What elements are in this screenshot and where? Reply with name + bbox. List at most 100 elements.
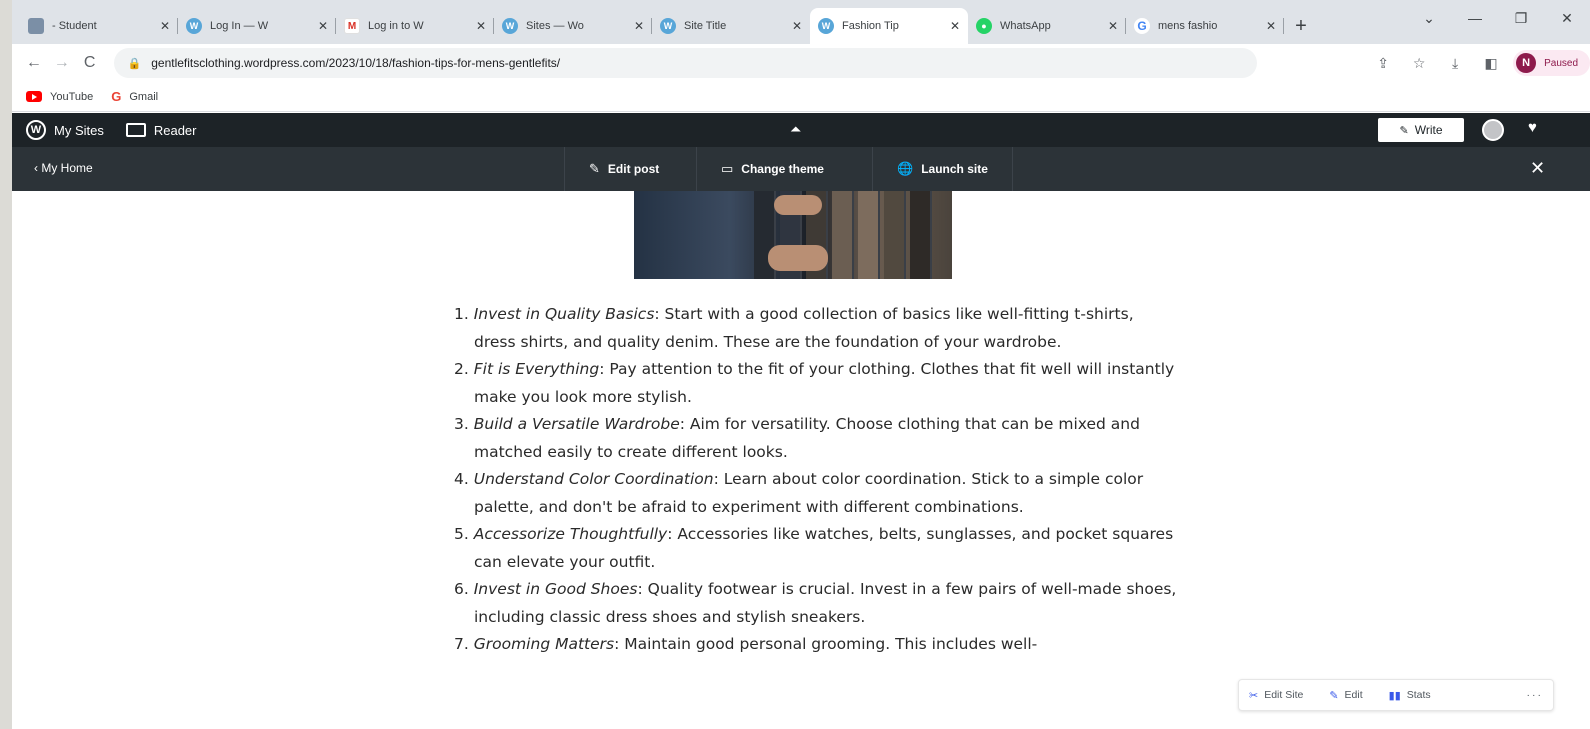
tip-number: 6. <box>454 580 469 598</box>
edit-site-button[interactable]: ✂ Edit Site <box>1249 689 1303 702</box>
tab-wordpress-login[interactable]: W Log In — W ✕ <box>178 8 336 44</box>
edit-post-button[interactable]: ✎ Edit post <box>564 147 683 191</box>
notifications-icon[interactable]: ♥ <box>1528 119 1537 136</box>
write-button[interactable]: ✎ Write <box>1378 118 1464 142</box>
site-actions-bar: ✂ Edit Site ✎ Edit ▮▮ Stats ··· <box>1238 679 1554 711</box>
edit-label: Edit <box>1344 689 1363 701</box>
tab-gmail-login[interactable]: M Log in to W ✕ <box>336 8 494 44</box>
reader-label: Reader <box>153 122 197 138</box>
window-controls: ⌄ — ❐ ✕ <box>1406 0 1590 36</box>
close-icon[interactable]: ✕ <box>1266 19 1276 33</box>
list-item: 3. Build a Versatile Wardrobe: Aim for v… <box>440 411 1180 466</box>
tip-title: Fit is Everything <box>473 360 600 378</box>
my-sites-button[interactable]: W My Sites <box>26 120 104 140</box>
edit-post-label: Edit post <box>607 162 660 176</box>
tab-site-title[interactable]: W Site Title ✕ <box>652 8 810 44</box>
pencil-icon: ✎ <box>589 161 600 176</box>
tab-search-icon[interactable]: ⌄ <box>1406 10 1452 27</box>
list-item: 5. Accessorize Thoughtfully: Accessories… <box>440 521 1180 576</box>
avatar: N <box>1516 53 1537 73</box>
google-icon: G <box>111 89 122 104</box>
launch-site-button[interactable]: 🌐 Launch site <box>872 147 1013 191</box>
tab-title: Site Title <box>684 20 727 32</box>
tab-whatsapp[interactable]: ● WhatsApp ✕ <box>968 8 1126 44</box>
tip-number: 5. <box>454 525 469 543</box>
tip-number: 1. <box>454 305 469 323</box>
stats-button[interactable]: ▮▮ Stats <box>1389 689 1431 702</box>
close-icon[interactable]: ✕ <box>476 19 486 33</box>
close-icon[interactable]: ✕ <box>1108 19 1118 33</box>
forward-icon[interactable]: → <box>48 49 76 77</box>
lock-icon[interactable]: 🔒 <box>128 57 142 70</box>
new-tab-button[interactable]: + <box>1284 8 1318 44</box>
tab-google-search[interactable]: G mens fashio ✕ <box>1126 8 1284 44</box>
tip-title: Grooming Matters <box>473 635 615 653</box>
toolbar-actions: ⇪ ☆ ⤓ ◧ N Paused <box>1365 50 1590 76</box>
share-icon[interactable]: ⇪ <box>1365 55 1401 72</box>
change-theme-button[interactable]: ▭ Change theme <box>696 147 848 191</box>
my-home-link[interactable]: ‹ My Home <box>34 161 93 175</box>
more-options-icon[interactable]: ··· <box>1527 689 1544 701</box>
google-icon: G <box>1134 18 1150 34</box>
globe-icon: 🌐 <box>897 161 914 176</box>
pen-icon: ✎ <box>1399 124 1409 137</box>
browser-toolbar: ← → C 🔒 gentlefitsclothing.wordpress.com… <box>12 44 1590 82</box>
user-avatar[interactable] <box>1482 119 1504 141</box>
my-home-label: My Home <box>41 161 93 175</box>
tip-title: Understand Color Coordination <box>473 470 714 488</box>
site-preview-bar: ‹ My Home ✎ Edit post ▭ Change theme 🌐 L… <box>12 147 1590 191</box>
write-label: Write <box>1414 123 1443 137</box>
minimize-icon[interactable]: — <box>1452 10 1498 26</box>
reader-button[interactable]: Reader <box>118 122 197 138</box>
tab-student[interactable]: - Student ✕ <box>20 8 178 44</box>
list-item: 1. Invest in Quality Basics: Start with … <box>440 301 1180 356</box>
edit-button[interactable]: ✎ Edit <box>1329 689 1362 702</box>
post-featured-image <box>634 191 952 279</box>
close-icon[interactable]: ✕ <box>950 19 960 33</box>
tab-title: mens fashio <box>1158 20 1218 32</box>
tab-title: WhatsApp <box>1000 20 1051 32</box>
tab-title: - Student <box>52 20 97 32</box>
layout-icon: ▭ <box>721 161 734 176</box>
bookmark-gmail[interactable]: G Gmail <box>111 89 158 104</box>
close-icon[interactable]: ✕ <box>792 19 802 33</box>
tab-sites[interactable]: W Sites — Wo ✕ <box>494 8 652 44</box>
close-icon[interactable]: ✕ <box>1530 158 1545 179</box>
tab-title: Log In — W <box>210 20 269 32</box>
close-icon[interactable]: ✕ <box>160 19 170 33</box>
bookmark-star-icon[interactable]: ☆ <box>1401 55 1437 72</box>
bookmarks-bar: YouTube G Gmail <box>12 82 1590 112</box>
tip-number: 7. <box>454 635 469 653</box>
tip-number: 3. <box>454 415 469 433</box>
collapse-icon[interactable]: ⏶ <box>790 121 801 138</box>
reload-icon[interactable]: C <box>76 49 104 77</box>
download-icon[interactable]: ⤓ <box>1437 55 1473 72</box>
close-window-icon[interactable]: ✕ <box>1544 10 1590 27</box>
bookmark-youtube[interactable]: YouTube <box>26 91 93 103</box>
tab-fashion-tips[interactable]: W Fashion Tip ✕ <box>810 8 968 44</box>
gmail-icon: M <box>344 18 360 34</box>
profile-button[interactable]: N Paused <box>1513 50 1590 76</box>
post-content: 1. Invest in Quality Basics: Start with … <box>12 191 1590 729</box>
change-theme-label: Change theme <box>741 162 824 176</box>
side-panel-icon[interactable]: ◧ <box>1473 55 1509 72</box>
bookmark-label: Gmail <box>129 90 159 103</box>
list-item: 2. Fit is Everything: Pay attention to t… <box>440 356 1180 411</box>
stats-label: Stats <box>1406 689 1431 701</box>
whatsapp-icon: ● <box>976 18 992 34</box>
address-bar[interactable]: 🔒 gentlefitsclothing.wordpress.com/2023/… <box>113 48 1258 78</box>
close-icon[interactable]: ✕ <box>318 19 328 33</box>
close-icon[interactable]: ✕ <box>634 19 644 33</box>
youtube-icon <box>26 91 42 102</box>
back-icon[interactable]: ← <box>20 49 48 77</box>
browser-window: - Student ✕ W Log In — W ✕ M Log in to W… <box>12 0 1590 729</box>
tip-number: 4. <box>454 470 469 488</box>
restore-icon[interactable]: ❐ <box>1498 10 1544 27</box>
wordpress-icon: W <box>818 18 834 34</box>
list-item: 6. Invest in Good Shoes: Quality footwea… <box>440 576 1180 631</box>
url-text: gentlefitsclothing.wordpress.com/2023/10… <box>151 56 561 70</box>
launch-site-label: Launch site <box>921 162 988 176</box>
tip-title: Accessorize Thoughtfully <box>473 525 668 543</box>
list-item: 7. Grooming Matters: Maintain good perso… <box>440 631 1180 659</box>
wordpress-icon: W <box>186 18 202 34</box>
